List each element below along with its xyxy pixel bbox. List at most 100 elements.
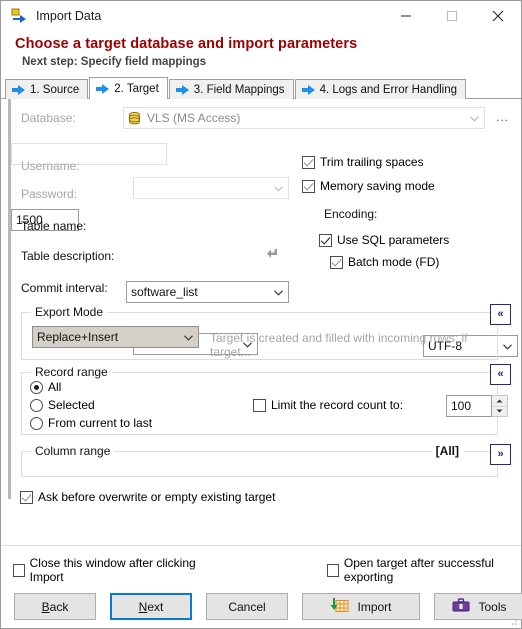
page-heading: Choose a target database and import para… [1, 31, 521, 75]
checkbox-label: Batch mode (FD) [348, 255, 440, 269]
username-input[interactable] [133, 177, 289, 199]
footer-options: Close this window after clicking Import … [1, 546, 521, 584]
resize-grip[interactable] [506, 614, 518, 626]
import-icon [330, 597, 349, 617]
table-description-label: Table description: [21, 249, 115, 263]
page-title: Choose a target database and import para… [15, 36, 358, 52]
stepper-up-icon[interactable] [492, 396, 507, 407]
tab-source[interactable]: 1. Source [5, 79, 89, 99]
footer-buttons: Back Next Cancel Import Tools [1, 584, 522, 620]
import-data-window: Import Data Choose a target database and… [0, 0, 522, 629]
checkbox-box [13, 563, 25, 577]
commit-interval-label: Commit interval: [21, 281, 108, 295]
checkbox-label: Limit the record count to: [271, 398, 404, 412]
limit-record-count-stepper[interactable]: 100 [446, 395, 508, 417]
database-value: VLS (MS Access) [147, 111, 241, 125]
window-title: Import Data [36, 9, 102, 23]
tab-label: 2. Target [114, 82, 159, 95]
window-controls [383, 1, 521, 31]
revert-icon [266, 247, 280, 261]
radio-label: All [48, 380, 62, 394]
export-mode-group: Export Mode Replace+Insert Target is cre… [21, 305, 498, 360]
import-button[interactable]: Import [302, 593, 420, 620]
next-button[interactable]: Next [110, 593, 192, 620]
use-sql-parameters-checkbox[interactable]: Use SQL parameters [319, 233, 449, 247]
checkbox-box [302, 179, 315, 193]
limit-record-count-checkbox[interactable]: Limit the record count to: [253, 398, 403, 412]
table-description-label-wrap: Table description: [21, 249, 114, 263]
tab-label: 4. Logs and Error Handling [319, 83, 458, 96]
import-data-icon [10, 8, 28, 24]
batch-mode-checkbox[interactable]: Batch mode (FD) [330, 255, 439, 269]
close-icon[interactable] [475, 1, 521, 31]
record-range-collapse-button[interactable]: « [490, 364, 511, 385]
checkbox-label: Use SQL parameters [337, 233, 450, 247]
checkbox-box [319, 233, 332, 247]
chevron-down-icon [274, 186, 283, 192]
database-label: Database: [21, 111, 76, 125]
radio-label: From current to last [48, 416, 153, 430]
back-button[interactable]: Back [14, 593, 96, 620]
chevron-down-icon [274, 290, 283, 296]
checkbox-box [302, 155, 315, 169]
table-name-label-wrap: Table name: [21, 219, 86, 233]
radio-button [30, 380, 43, 394]
import-button-label: Import [357, 599, 392, 614]
tab-label: 3. Field Mappings [193, 83, 285, 96]
database-select[interactable]: VLS (MS Access) [123, 107, 485, 129]
column-range-expand-button[interactable]: » [490, 444, 511, 465]
minimize-icon[interactable] [383, 1, 429, 31]
record-range-option-selected[interactable]: Selected [30, 398, 95, 412]
tools-button-label: Tools [478, 599, 507, 614]
tab-target[interactable]: 2. Target [89, 77, 168, 99]
export-mode-select[interactable]: Replace+Insert [32, 326, 199, 348]
page-subtitle: Next step: Specify field mappings [22, 56, 207, 68]
checkbox-label: Trim trailing spaces [320, 155, 424, 169]
back-button-label: Back [41, 599, 69, 614]
tab-field-mappings[interactable]: 3. Field Mappings [168, 79, 294, 99]
checkbox-box [330, 255, 343, 269]
checkbox-box [20, 490, 33, 504]
column-range-title: Column range [31, 444, 115, 458]
close-after-import-checkbox[interactable]: Close this window after clicking Import [13, 556, 207, 584]
database-browse-button[interactable]: ... [496, 110, 509, 124]
record-range-option-all[interactable]: All [30, 380, 61, 394]
tab-logs-error-handling[interactable]: 4. Logs and Error Handling [294, 79, 467, 99]
export-mode-hint: Target is created and filled with incomi… [210, 331, 468, 359]
maximize-icon[interactable] [429, 1, 475, 31]
ask-before-overwrite-checkbox[interactable]: Ask before overwrite or empty existing t… [20, 490, 275, 504]
limit-record-count-value[interactable]: 100 [446, 395, 492, 417]
stepper-buttons[interactable] [492, 395, 508, 417]
arrow-right-icon [301, 84, 315, 95]
username-label: Username: [21, 159, 80, 173]
cancel-button[interactable]: Cancel [206, 593, 288, 620]
record-range-group: Record range All Selected From current t… [21, 365, 508, 435]
table-name-label: Table name: [21, 219, 87, 233]
checkbox-label: Open target after successful exporting [343, 556, 494, 584]
checkbox-label: Close this window after clicking Import [29, 556, 196, 584]
stepper-down-icon[interactable] [492, 406, 507, 416]
record-range-option-from-current[interactable]: From current to last [30, 416, 152, 430]
memory-saving-mode-checkbox[interactable]: Memory saving mode [302, 179, 435, 193]
username-label-wrap: Username: [21, 159, 80, 173]
toolbox-icon [452, 597, 470, 616]
export-mode-collapse-button[interactable]: « [490, 304, 511, 325]
table-name-select[interactable]: software_list [126, 281, 289, 303]
open-target-after-export-checkbox[interactable]: Open target after successful exporting [327, 556, 521, 584]
table-name-value: software_list [131, 285, 198, 299]
password-label-wrap: Password: [21, 187, 77, 201]
password-label: Password: [21, 187, 78, 201]
target-form: Database: VLS (MS Access) ... Username: [8, 99, 518, 504]
arrow-right-icon [96, 83, 110, 94]
commit-interval-label-wrap: Commit interval: [21, 281, 108, 295]
encoding-label-wrap: Encoding: [324, 207, 377, 221]
table-description-revert-button[interactable] [266, 247, 280, 264]
arrow-right-icon [175, 84, 189, 95]
radio-button [30, 398, 43, 412]
column-range-group: Column range [All] [21, 444, 498, 477]
trim-trailing-spaces-checkbox[interactable]: Trim trailing spaces [302, 155, 424, 169]
database-icon [128, 111, 142, 125]
encoding-label: Encoding: [324, 207, 378, 221]
wizard-tabs: 1. Source 2. Target 3. Field Mappings 4.… [1, 77, 521, 99]
radio-button [30, 416, 43, 430]
